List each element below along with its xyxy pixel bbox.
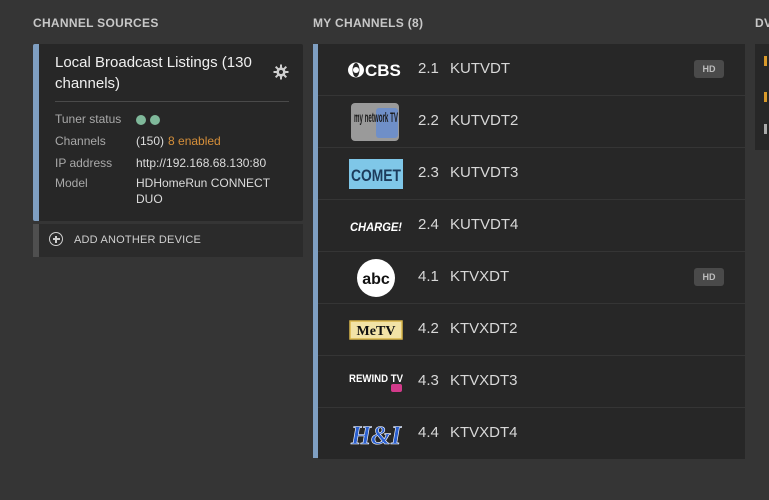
channel-name: KTVXDT	[450, 268, 510, 285]
device-title: Local Broadcast Listings (130 channels)	[55, 54, 252, 92]
channel-number: 4.3	[418, 372, 439, 389]
channel-number: 4.2	[418, 320, 439, 337]
tuner-2-status-dot	[150, 114, 160, 125]
mynetworktv-logo-svg: my network TV	[351, 103, 399, 141]
third-column-card	[755, 44, 769, 150]
channel-row[interactable]: abc 4.1 KTVXDT HD	[318, 252, 745, 303]
metv-logo-icon: MeTV	[346, 310, 406, 350]
metv-logo-svg: MeTV	[349, 320, 403, 340]
channel-row[interactable]: my network TV 2.2 KUTVDT2	[318, 96, 745, 147]
third-section-heading: DV	[755, 16, 769, 30]
add-device-label: ADD ANOTHER DEVICE	[74, 234, 202, 246]
third-column-marker	[764, 56, 767, 66]
device-divider	[55, 101, 289, 102]
tuner-status-label: Tuner status	[55, 112, 122, 126]
hi-logo-icon: H&I	[346, 414, 406, 454]
channel-row[interactable]: H&I 4.4 KTVXDT4	[318, 408, 745, 459]
channel-row[interactable]: COMET 2.3 KUTVDT3	[318, 148, 745, 199]
gear-icon-svg	[273, 64, 289, 80]
channels-total: (150)	[136, 134, 165, 148]
channel-number: 4.4	[418, 424, 439, 441]
model-label: Model	[55, 176, 88, 190]
rewind-logo-svg: REWIND TV	[349, 373, 404, 392]
channel-name: KTVXDT4	[450, 424, 518, 441]
tuner-1-status-dot	[136, 114, 146, 125]
channels-value: (150) 8 enabled	[136, 133, 221, 149]
mynetworktv-logo-icon: my network TV	[346, 102, 406, 142]
hi-logo-svg: H&I	[350, 421, 402, 449]
channel-row[interactable]: REWIND TV 4.3 KTVXDT3	[318, 356, 745, 407]
ip-address-label: IP address	[55, 156, 113, 170]
rewind-logo-text: REWIND TV	[349, 373, 404, 385]
gear-icon[interactable]	[273, 64, 289, 80]
charge-logo-svg: CHARGE!	[350, 220, 402, 234]
hd-badge: HD	[694, 60, 724, 78]
channel-name: KTVXDT3	[450, 372, 518, 389]
my-channels-heading: MY CHANNELS (8)	[313, 16, 424, 30]
cbs-logo-text: CBS	[365, 61, 401, 80]
charge-logo-text: CHARGE!	[350, 220, 402, 234]
channel-name: KUTVDT2	[450, 112, 519, 129]
comet-logo-text: COMET	[351, 166, 401, 185]
channel-number: 2.2	[418, 112, 439, 129]
channel-number: 2.3	[418, 164, 439, 181]
channel-name: KUTVDT	[450, 60, 510, 77]
abc-logo-svg: abc	[357, 259, 395, 297]
comet-logo-icon: COMET	[346, 154, 406, 194]
ip-address-value: http://192.168.68.130:80	[136, 156, 267, 170]
device-card: Local Broadcast Listings (130 channels) …	[33, 44, 303, 221]
model-value: HDHomeRun CONNECT DUO	[136, 176, 270, 206]
channels-enabled-link[interactable]: 8 enabled	[168, 134, 221, 148]
abc-logo-icon: abc	[346, 258, 406, 298]
rewind-logo-icon: REWIND TV	[346, 362, 406, 402]
channel-number: 2.1	[418, 60, 439, 77]
channel-number: 2.4	[418, 216, 439, 233]
channel-row[interactable]: CBS 2.1 KUTVDT HD	[318, 44, 745, 95]
third-column-marker	[764, 92, 767, 102]
abc-logo-text: abc	[362, 271, 390, 288]
tuner-status-indicators	[136, 111, 164, 127]
comet-logo-svg: COMET	[349, 159, 403, 189]
channel-list: CBS 2.1 KUTVDT HD my network TV 2.2 KUTV…	[313, 44, 745, 459]
metv-logo-text: MeTV	[357, 324, 396, 339]
charge-logo-icon: CHARGE!	[346, 206, 406, 246]
channel-name: KUTVDT4	[450, 216, 519, 233]
channel-name: KUTVDT3	[450, 164, 519, 181]
third-column-marker	[764, 124, 767, 134]
cbs-logo-icon: CBS	[346, 50, 406, 90]
add-device-button[interactable]: ADD ANOTHER DEVICE	[33, 224, 303, 257]
mynetworktv-logo-text: my network TV	[354, 109, 398, 125]
cbs-logo-svg: CBS	[348, 61, 401, 80]
channel-row[interactable]: MeTV 4.2 KTVXDT2	[318, 304, 745, 355]
channel-row[interactable]: CHARGE! 2.4 KUTVDT4	[318, 200, 745, 251]
channel-name: KTVXDT2	[450, 320, 518, 337]
channel-sources-heading: CHANNEL SOURCES	[33, 16, 159, 30]
hi-logo-text: H&I	[350, 421, 402, 449]
channels-label: Channels	[55, 134, 106, 148]
hd-badge: HD	[694, 268, 724, 286]
channel-number: 4.1	[418, 268, 439, 285]
plus-circle-icon	[49, 232, 63, 246]
